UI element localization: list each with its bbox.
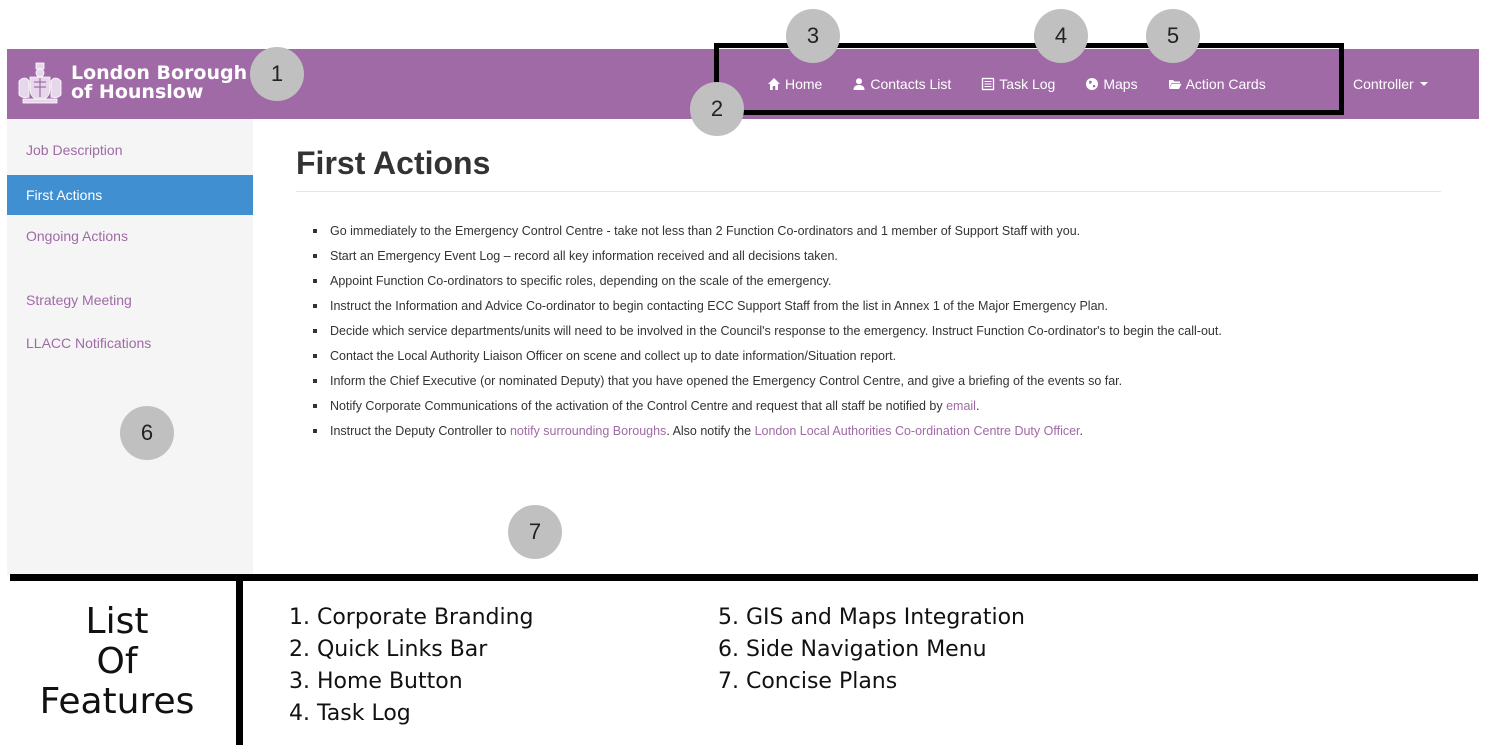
feature-item: 6. Side Navigation Menu [718, 637, 987, 662]
llacc-duty-officer-link[interactable]: London Local Authorities Co-ordination C… [755, 424, 1080, 438]
features-heading-line: List [85, 601, 149, 642]
callout-badge-2: 2 [690, 82, 744, 136]
controller-dropdown[interactable]: Controller [1353, 49, 1428, 119]
callout-badge-5: 5 [1146, 9, 1200, 63]
feature-item: 7. Concise Plans [718, 669, 898, 694]
sidebar-item-strategy-meeting[interactable]: Strategy Meeting [7, 280, 253, 320]
features-divider-horizontal [10, 574, 1478, 581]
side-navigation-menu: Job Description First Actions Ongoing Ac… [7, 119, 253, 575]
list-item: Inform the Chief Executive (or nominated… [313, 372, 1222, 397]
controller-label: Controller [1353, 76, 1414, 92]
title-divider [296, 191, 1441, 192]
features-heading-line: Features [39, 681, 195, 722]
list-item: Go immediately to the Emergency Control … [313, 222, 1222, 247]
list-item: Start an Emergency Event Log – record al… [313, 247, 1222, 272]
sidebar-item-label: Strategy Meeting [26, 292, 132, 308]
main-content: First Actions Go immediately to the Emer… [253, 119, 1479, 575]
callout-badge-3: 3 [786, 9, 840, 63]
page-title: First Actions [296, 145, 491, 181]
feature-item: 4. Task Log [289, 701, 411, 726]
list-item-text: . Also notify the [666, 424, 755, 438]
sidebar-item-label: First Actions [26, 187, 103, 203]
brand-line-2: of Hounslow [71, 81, 204, 103]
sidebar-item-label: Job Description [26, 142, 123, 158]
list-item: Contact the Local Authority Liaison Offi… [313, 347, 1222, 372]
list-item-end: . [975, 399, 980, 413]
sidebar-item-first-actions[interactable]: First Actions [7, 175, 253, 215]
notify-boroughs-link[interactable]: notify surrounding Boroughs [510, 424, 666, 438]
feature-item: 1. Corporate Branding [289, 605, 534, 630]
list-item-text: Instruct the Deputy Controller to [330, 424, 510, 438]
sidebar-item-label: Ongoing Actions [26, 228, 128, 244]
list-item-text: Notify Corporate Communications of the a… [330, 399, 947, 413]
feature-item: 3. Home Button [289, 669, 463, 694]
brand-name: London Borough of Hounslow [71, 64, 247, 102]
brand-logo[interactable]: London Borough of Hounslow [17, 61, 247, 105]
sidebar-item-job-description[interactable]: Job Description [7, 130, 253, 170]
first-actions-list: Go immediately to the Emergency Control … [313, 222, 1222, 447]
list-item: Instruct the Deputy Controller to notify… [313, 422, 1222, 447]
features-heading-line: Of [96, 641, 138, 682]
features-list-col-2: 5. GIS and Maps Integration 6. Side Navi… [718, 602, 1025, 698]
feature-item: 5. GIS and Maps Integration [718, 605, 1025, 630]
list-item: Notify Corporate Communications of the a… [313, 397, 1222, 422]
feature-item: 2. Quick Links Bar [289, 637, 488, 662]
chevron-down-icon [1419, 82, 1428, 86]
sidebar-item-ongoing-actions[interactable]: Ongoing Actions [7, 216, 253, 256]
sidebar-item-llacc-notifications[interactable]: LLACC Notifications [7, 323, 253, 363]
sidebar-item-label: LLACC Notifications [26, 335, 152, 351]
features-heading: List Of Features [12, 602, 222, 722]
callout-badge-1: 1 [250, 47, 304, 101]
callout-badge-4: 4 [1034, 9, 1088, 63]
callout-badge-6: 6 [120, 406, 174, 460]
coat-of-arms-icon [18, 62, 62, 104]
list-item-end: . [1079, 424, 1084, 438]
callout-badge-7: 7 [508, 505, 562, 559]
features-divider-vertical [236, 581, 243, 745]
features-list-col-1: 1. Corporate Branding 2. Quick Links Bar… [289, 602, 534, 730]
list-item: Appoint Function Co-ordinators to specif… [313, 272, 1222, 297]
list-item: Decide which service departments/units w… [313, 322, 1222, 347]
email-link[interactable]: email [946, 399, 976, 413]
list-item: Instruct the Information and Advice Co-o… [313, 297, 1222, 322]
